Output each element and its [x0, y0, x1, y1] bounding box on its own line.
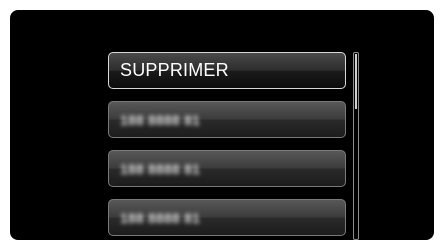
menu-item-delete[interactable]: SUPPRIMER	[108, 52, 346, 89]
menu-item-label: 188 8888 81	[120, 160, 201, 177]
camera-lcd-screen: SUPPRIMER 188 8888 81 188 8888 81 188 88…	[10, 10, 434, 240]
menu-item-blurred[interactable]: 188 8888 81	[108, 101, 346, 138]
menu-item-label: 188 8888 81	[120, 111, 201, 128]
menu-item-label: SUPPRIMER	[120, 60, 229, 80]
scrollbar[interactable]	[353, 52, 359, 240]
menu-item-blurred[interactable]: 188 8888 81	[108, 150, 346, 187]
scrollbar-thumb[interactable]	[355, 54, 357, 109]
menu-item-label: 188 8888 81	[120, 209, 201, 226]
menu-item-blurred[interactable]: 188 8888 81	[108, 199, 346, 236]
